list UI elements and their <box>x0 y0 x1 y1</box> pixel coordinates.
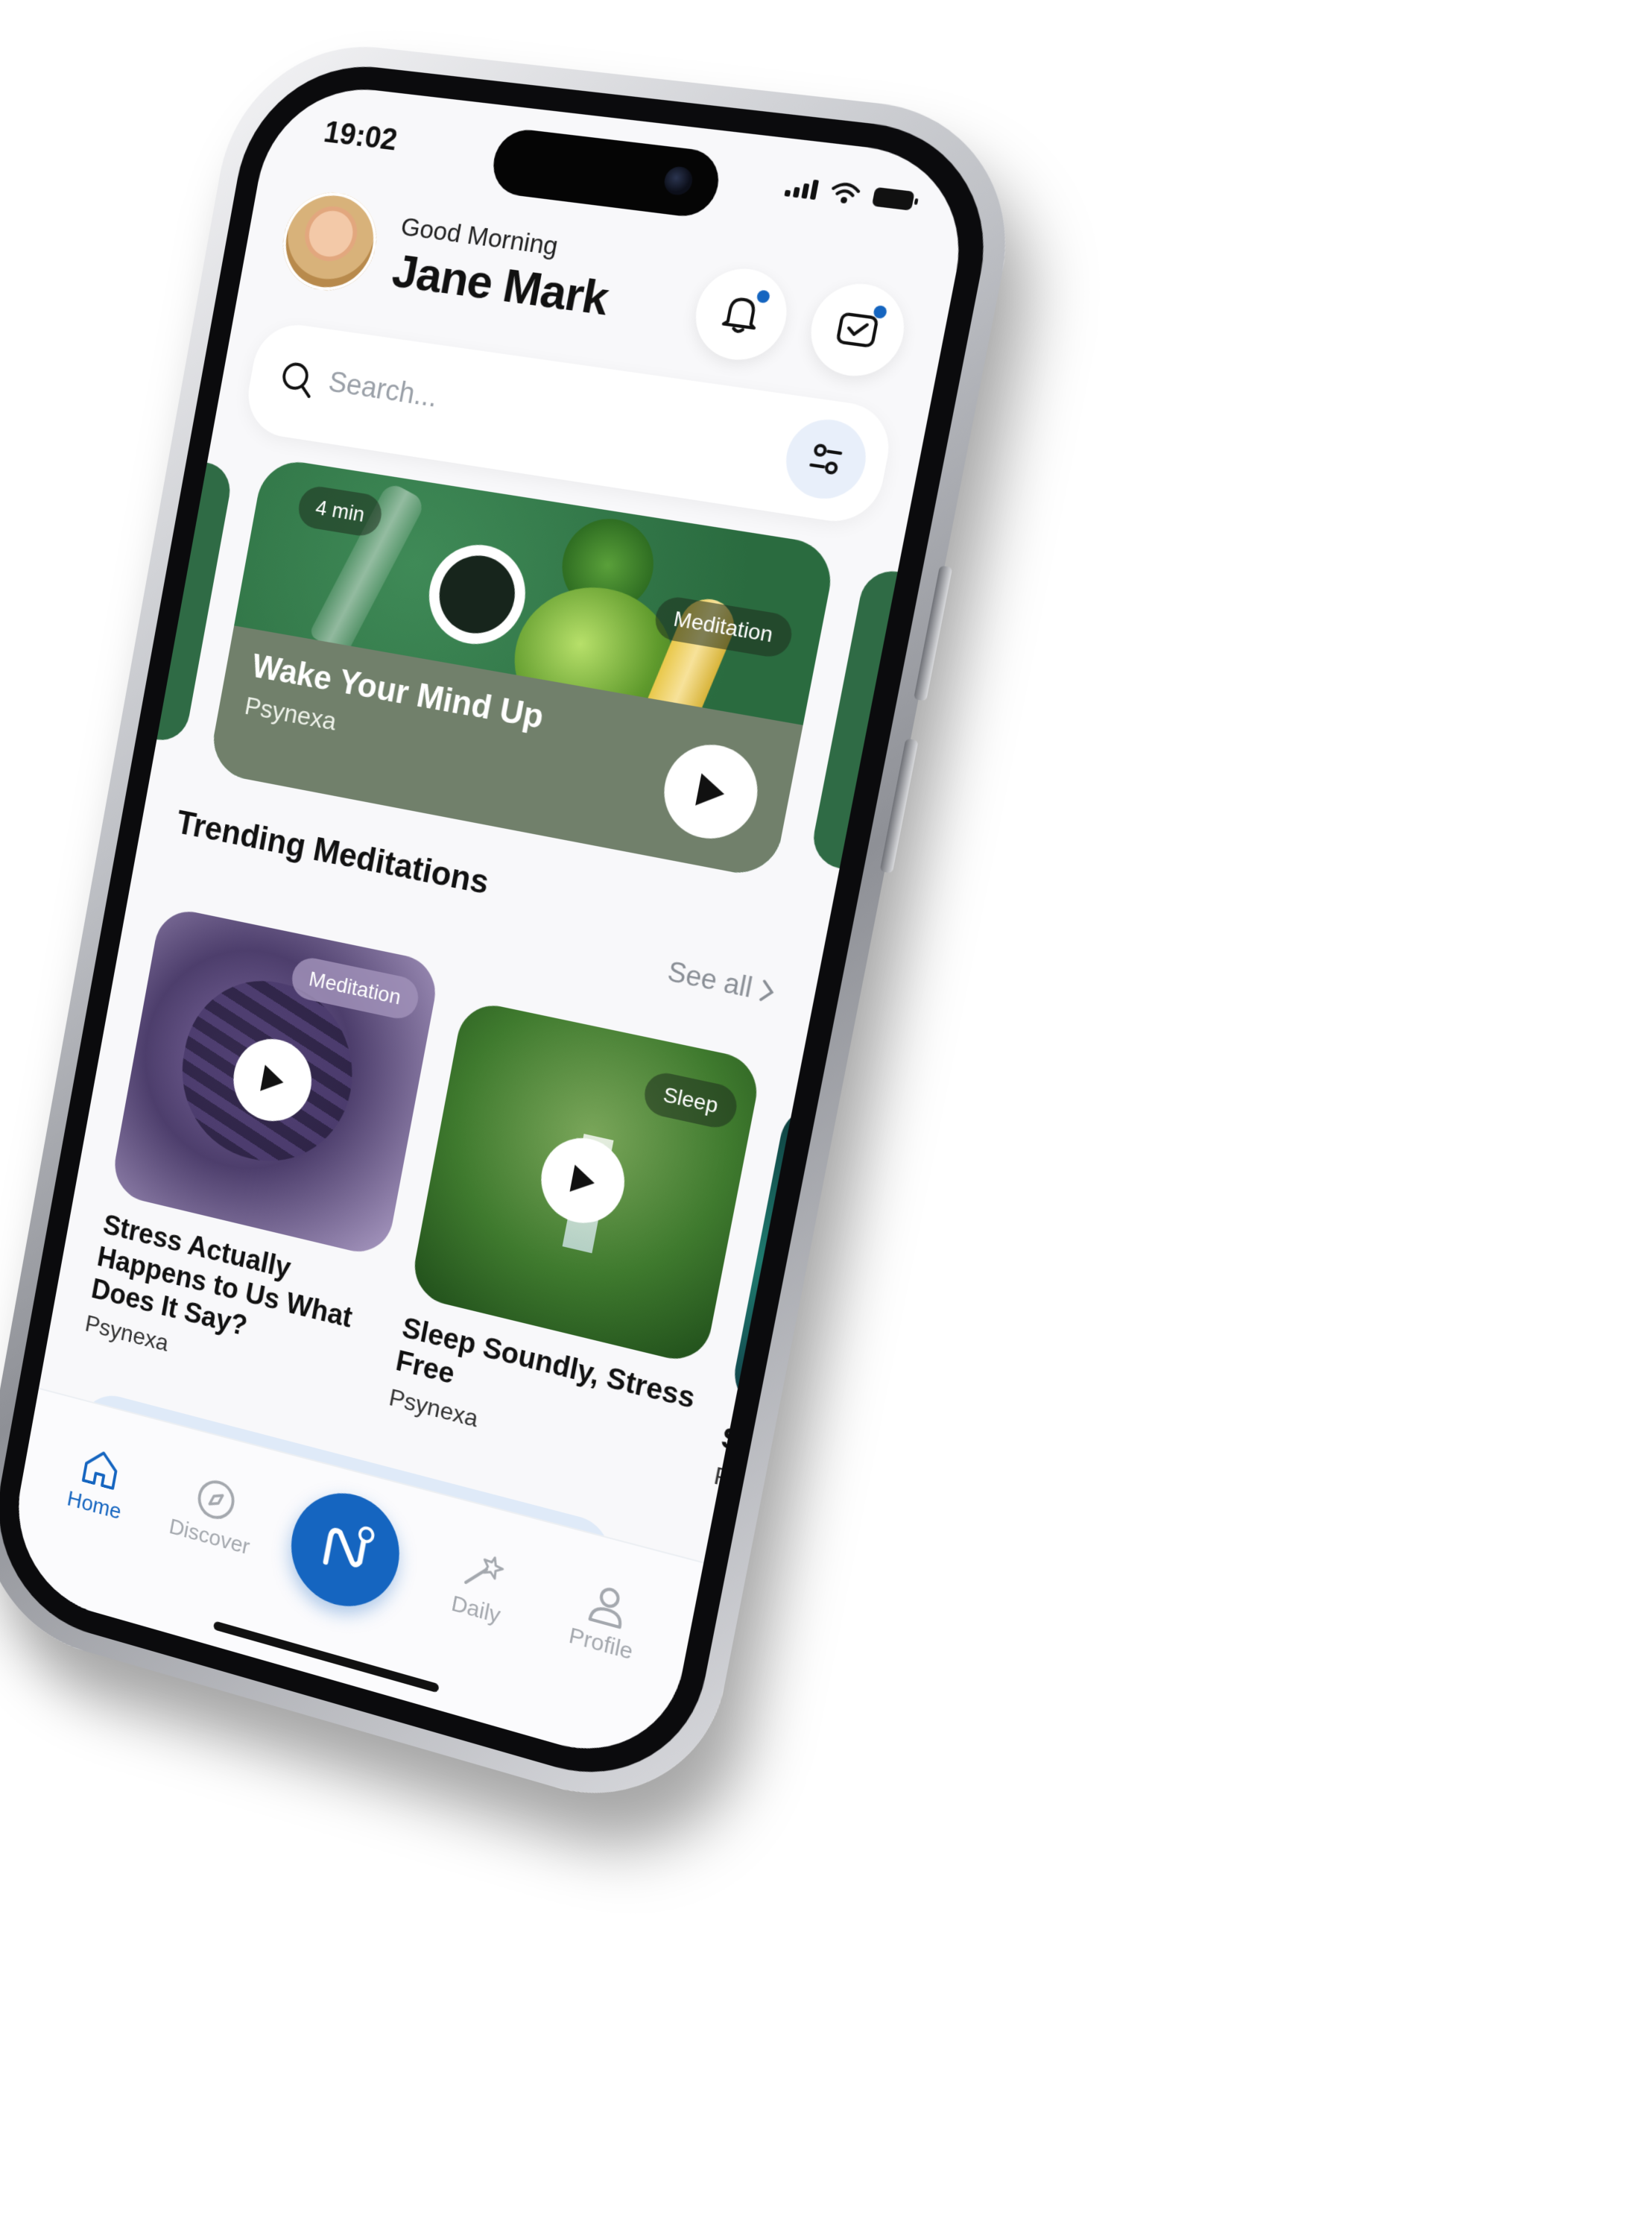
card-play-button[interactable] <box>534 1130 632 1231</box>
status-icons <box>784 175 915 212</box>
play-icon <box>695 773 728 811</box>
search-icon <box>276 358 320 403</box>
card-thumbnail: Meditation <box>109 905 442 1259</box>
play-icon <box>260 1064 286 1096</box>
featured-author: Psynexa <box>242 691 339 736</box>
notifications-button[interactable] <box>688 263 795 366</box>
tab-discover[interactable]: Discover <box>153 1460 276 1565</box>
card-thumbnail: Sleep <box>408 999 764 1367</box>
play-icon <box>569 1164 598 1197</box>
filter-button[interactable] <box>779 414 873 505</box>
see-all-link[interactable]: See all <box>665 956 778 1009</box>
user-name: Jane Mark <box>388 244 613 326</box>
section-title: Trending Meditations <box>174 804 492 902</box>
tab-profile[interactable]: Profile <box>539 1563 673 1673</box>
brand-logo-icon <box>307 1509 383 1591</box>
magic-wand-icon <box>457 1544 509 1600</box>
category-badge: Sleep <box>641 1069 741 1131</box>
trending-card[interactable]: Sleep Sleep Soundly, Stress Free Psynexa <box>387 999 764 1485</box>
avatar[interactable] <box>275 187 384 297</box>
home-icon <box>77 1442 124 1496</box>
compass-icon <box>192 1473 241 1527</box>
phone-mockup: 19:02 Good Morning Jane Mark Search... 4… <box>0 33 1033 1828</box>
see-all-label: See all <box>665 955 756 1004</box>
bowl-image <box>420 537 534 651</box>
duration-badge: 4 min <box>295 484 385 539</box>
chevron-right-icon <box>757 977 777 1005</box>
filter-icon <box>803 437 849 482</box>
search-input[interactable]: Search... <box>326 366 440 414</box>
user-icon <box>581 1577 635 1634</box>
battery-icon <box>871 186 915 211</box>
tab-home[interactable]: Home <box>39 1430 159 1532</box>
signal-icon <box>784 176 820 201</box>
featured-play-button[interactable] <box>656 737 766 847</box>
center-logo-button[interactable] <box>282 1481 409 1619</box>
status-time: 19:02 <box>321 115 400 157</box>
featured-card[interactable]: 4 min Meditation Wake Your Mind Up Psyne… <box>207 456 838 880</box>
trending-card[interactable]: Meditation Stress Actually Happens to Us… <box>83 905 442 1407</box>
inbox-button[interactable] <box>803 278 912 382</box>
tab-daily[interactable]: Daily <box>416 1530 547 1638</box>
wifi-icon <box>829 180 862 204</box>
